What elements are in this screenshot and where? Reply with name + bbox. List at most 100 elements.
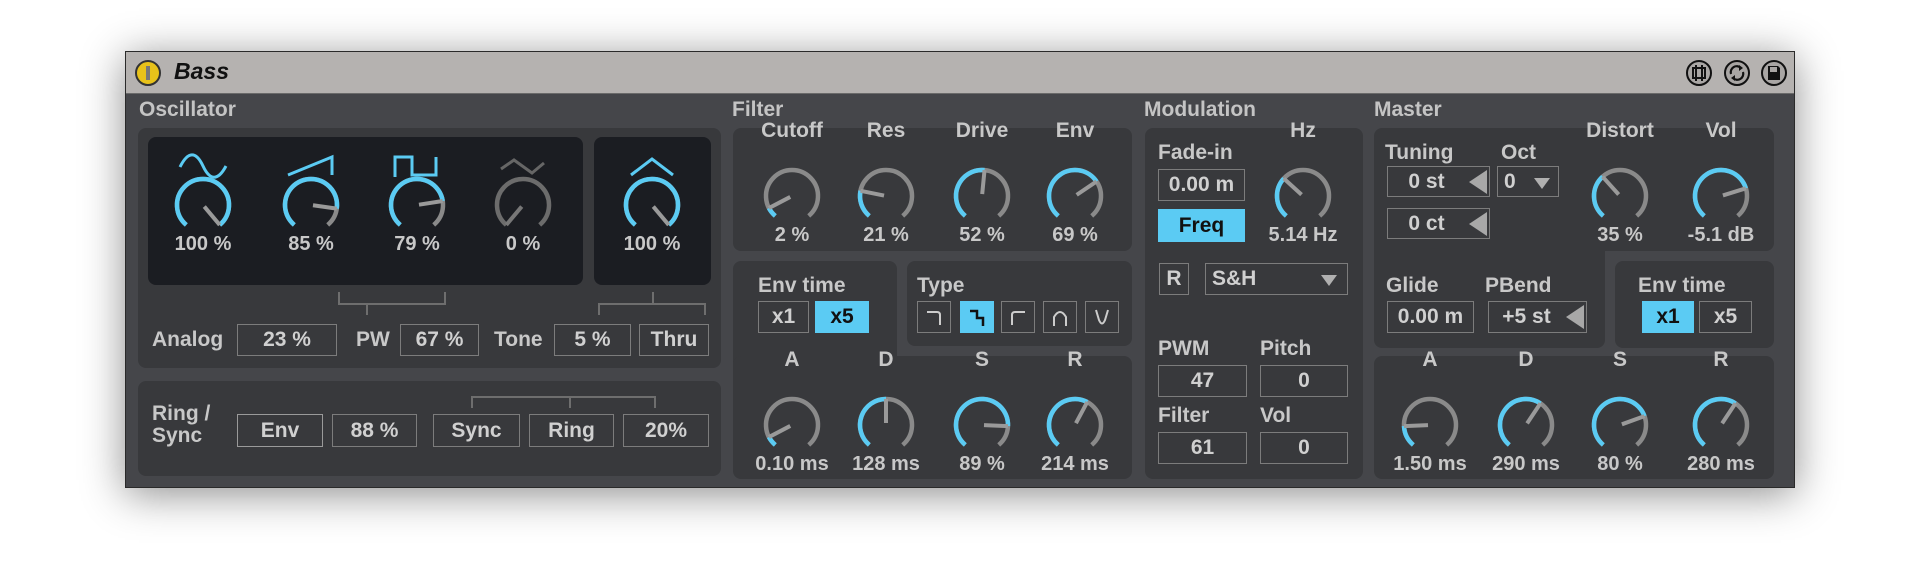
tuning-cent-value: 0 ct xyxy=(1408,211,1445,235)
pitch-amount-field[interactable]: 0 xyxy=(1260,365,1348,397)
lowpass-icon[interactable] xyxy=(917,301,951,333)
fade-in-field[interactable]: 0.00 m xyxy=(1158,169,1245,201)
ring-amount-field[interactable]: 20% xyxy=(623,414,709,447)
bracket-line xyxy=(471,396,473,408)
notch-icon[interactable] xyxy=(1085,301,1119,333)
filter-env-x5-button[interactable]: x5 xyxy=(815,301,869,333)
pitch-label: Pitch xyxy=(1260,337,1312,360)
osc-sub-knob[interactable]: 100 % xyxy=(612,173,692,263)
pw-field[interactable]: 67 % xyxy=(400,324,479,356)
osc-saw-knob[interactable]: 85 % xyxy=(271,173,351,263)
ring-env-toggle[interactable]: Env xyxy=(237,414,323,447)
pitch-bend-value: +5 st xyxy=(1502,305,1551,328)
arrow-left-icon xyxy=(1469,170,1487,194)
amp-sustain-knob[interactable]: S 80 % xyxy=(1580,348,1660,483)
master-env-x5-button[interactable]: x5 xyxy=(1699,301,1752,333)
knob-pointer xyxy=(983,423,1009,429)
knob-pointer xyxy=(202,205,222,227)
knob-value: 214 ms xyxy=(1041,453,1109,475)
lfo-shape-value: S&H xyxy=(1212,267,1257,290)
pitch-bend-field[interactable]: +5 st xyxy=(1488,301,1587,333)
bracket-line xyxy=(654,396,656,408)
title-bar: Bass xyxy=(126,52,1794,94)
knob-label: Env xyxy=(1055,119,1095,142)
knob-pointer xyxy=(418,199,443,207)
knob-pointer xyxy=(1074,401,1089,425)
ring-env-amount-field[interactable]: 88 % xyxy=(332,414,417,447)
tuning-semitone-field[interactable]: 0 st xyxy=(1387,166,1490,197)
glide-label: Glide xyxy=(1386,274,1439,297)
refresh-icon[interactable] xyxy=(1723,59,1751,87)
chevron-down-icon xyxy=(1534,178,1550,189)
knob-value: 5.14 Hz xyxy=(1268,224,1338,246)
knob-pointer xyxy=(980,169,987,195)
filter-env-x1-button[interactable]: x1 xyxy=(758,301,809,333)
device-window: Bass Oscillator Filter Modulation Master… xyxy=(125,51,1795,488)
chevron-down-icon xyxy=(1321,275,1337,286)
osc-sine-knob[interactable]: 100 % xyxy=(163,173,243,263)
amp-release-knob[interactable]: R 280 ms xyxy=(1681,348,1761,483)
freq-toggle[interactable]: Freq xyxy=(1158,209,1245,242)
knob-pointer xyxy=(860,188,885,198)
knob-value: 280 ms xyxy=(1687,453,1755,475)
filter-type-label: Type xyxy=(917,274,965,297)
knob-pointer xyxy=(1525,402,1543,425)
knob-value-arc xyxy=(1497,396,1542,447)
lfo-shape-dropdown[interactable]: S&H xyxy=(1205,263,1348,295)
knob-value: 100 % xyxy=(623,233,681,255)
knob-value: 69 % xyxy=(1052,224,1098,246)
mod-filter-label: Filter xyxy=(1158,404,1210,427)
osc-noise-knob[interactable]: 0 % xyxy=(483,173,563,263)
knob-value-arc xyxy=(282,176,340,227)
knob-value-arc xyxy=(1591,175,1605,218)
tone-label: Tone xyxy=(494,328,543,351)
save-icon[interactable] xyxy=(1760,59,1788,87)
octave-value: 0 xyxy=(1504,169,1516,193)
ring-sync-label-line2: Sync xyxy=(152,424,203,447)
hot-swap-icon[interactable] xyxy=(1685,59,1713,87)
lowpass-steep-icon[interactable] xyxy=(960,301,994,333)
bandpass-icon[interactable] xyxy=(1043,301,1077,333)
knob-value-arc xyxy=(1591,396,1647,447)
octave-dropdown[interactable]: 0 xyxy=(1497,166,1559,197)
arrow-left-icon xyxy=(1469,212,1487,236)
tone-field[interactable]: 5 % xyxy=(554,324,631,356)
power-icon[interactable] xyxy=(134,59,162,87)
retrigger-toggle[interactable]: R xyxy=(1159,263,1189,295)
pwm-amount-field[interactable]: 47 xyxy=(1158,365,1247,397)
knob-value-arc xyxy=(1274,176,1288,218)
filter-release-knob[interactable]: R 214 ms xyxy=(1035,348,1115,483)
sync-toggle[interactable]: Sync xyxy=(433,414,520,447)
ring-toggle[interactable]: Ring xyxy=(529,414,614,447)
pwm-label: PWM xyxy=(1158,337,1210,360)
knob-track xyxy=(494,176,552,227)
ring-sync-label-line1: Ring / xyxy=(152,402,211,425)
lfo-rate-knob[interactable]: Hz 5.14 Hz xyxy=(1263,119,1343,254)
knob-label: R xyxy=(1067,348,1083,371)
knob-value-arc xyxy=(953,167,985,218)
filter-amount-field[interactable]: 61 xyxy=(1158,432,1247,464)
vol-amount-field[interactable]: 0 xyxy=(1260,432,1348,464)
knob-pointer xyxy=(651,205,671,227)
knob-track xyxy=(763,396,821,447)
tuning-cent-field[interactable]: 0 ct xyxy=(1387,208,1490,239)
knob-value-arc xyxy=(857,396,887,447)
osc-square-knob[interactable]: 79 % xyxy=(377,173,457,263)
highpass-icon[interactable] xyxy=(1001,301,1035,333)
knob-pointer xyxy=(768,424,792,439)
knob-pointer xyxy=(1403,423,1429,429)
knob-value-arc xyxy=(174,176,232,227)
distort-knob[interactable]: Distort 35 % xyxy=(1580,119,1660,254)
bracket-line xyxy=(569,396,571,408)
knob-track xyxy=(763,167,821,218)
thru-toggle[interactable]: Thru xyxy=(639,324,709,356)
master-volume-knob[interactable]: Vol -5.1 dB xyxy=(1681,119,1761,254)
tuning-semitone-value: 0 st xyxy=(1408,169,1445,193)
glide-field[interactable]: 0.00 m xyxy=(1387,301,1474,333)
filter-env-knob[interactable]: Env 69 % xyxy=(1035,119,1115,254)
knob-track xyxy=(1274,167,1332,218)
master-env-x1-button[interactable]: x1 xyxy=(1642,301,1694,333)
ring-sync-label: Ring / Sync xyxy=(152,403,210,447)
bracket-line xyxy=(338,303,446,305)
analog-field[interactable]: 23 % xyxy=(237,324,337,356)
